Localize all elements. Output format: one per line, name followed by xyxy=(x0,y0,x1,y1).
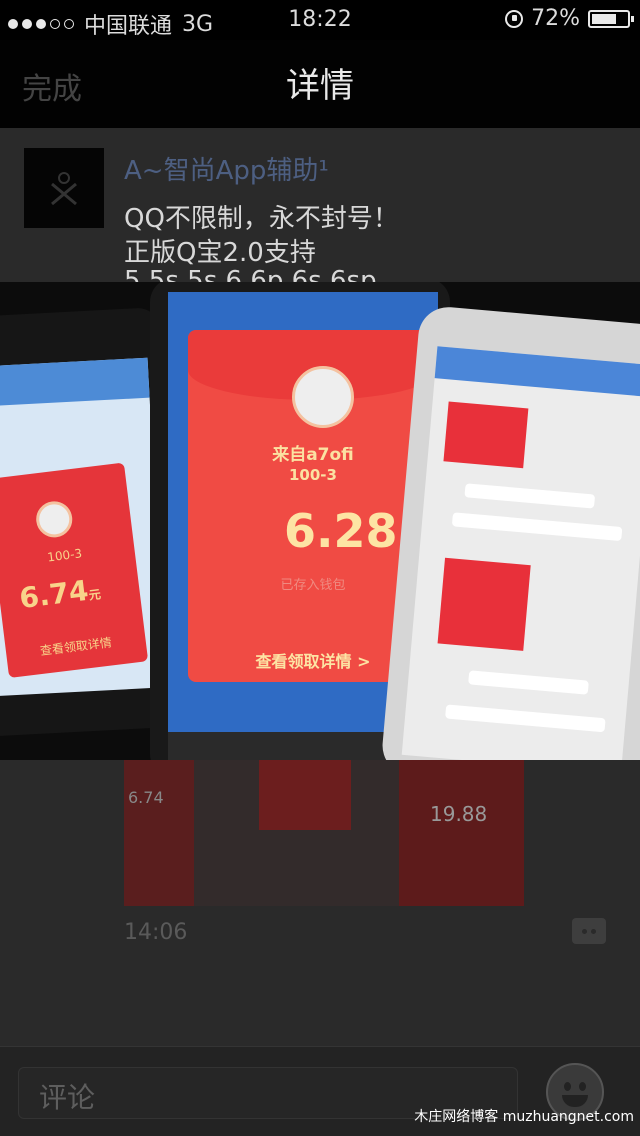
video-player[interactable]: 100-3 6.74元 查看领取详情 来自a7ofi 100-3 6.28元 已… xyxy=(0,282,640,760)
right-phone xyxy=(380,304,640,760)
red-envelope: 100-3 6.74元 查看领取详情 xyxy=(0,462,149,679)
comment-icon[interactable] xyxy=(572,918,606,944)
envelope-avatar xyxy=(34,499,75,540)
avatar[interactable] xyxy=(24,148,104,228)
post-text-line: 正版Q宝2.0支持 xyxy=(124,238,316,268)
comment-placeholder: 评论 xyxy=(39,1081,96,1114)
video-thumbnail[interactable]: 6.74 19.88 xyxy=(124,758,524,906)
post-time: 14:06 xyxy=(124,920,188,945)
lock-rotation-icon xyxy=(505,9,524,28)
nav-bar: 完成 详情 xyxy=(0,40,640,128)
watermark: 木庄网络博客 muzhuangnet.com xyxy=(414,1109,634,1125)
avatar-logo-icon xyxy=(51,172,77,206)
thumbnail-amount: 6.74 xyxy=(128,788,164,807)
envelope-detail: 查看领取详情 xyxy=(39,635,113,659)
author-name[interactable]: A~智尚App辅助¹ xyxy=(124,150,329,187)
envelope-amount: 6.74元 xyxy=(17,573,102,616)
status-bar: 中国联通 3G 18:22 72% xyxy=(0,0,640,40)
status-right: 72% xyxy=(505,6,634,31)
red-envelope xyxy=(437,557,531,651)
envelope-sub: 100-3 xyxy=(46,546,83,565)
thumbnail-amount: 19.88 xyxy=(430,802,488,826)
envelope-sender: 来自a7ofi xyxy=(272,445,354,465)
red-envelope xyxy=(443,401,529,469)
post-text-line: QQ不限制，永不封号！ xyxy=(124,204,399,234)
battery-percent: 72% xyxy=(531,6,580,31)
envelope-avatar xyxy=(292,366,354,428)
page-title: 详情 xyxy=(286,66,354,106)
battery-icon xyxy=(588,9,634,28)
envelope-sub: 100-3 xyxy=(289,466,337,484)
envelope-amount: 6.28元 xyxy=(284,504,416,558)
